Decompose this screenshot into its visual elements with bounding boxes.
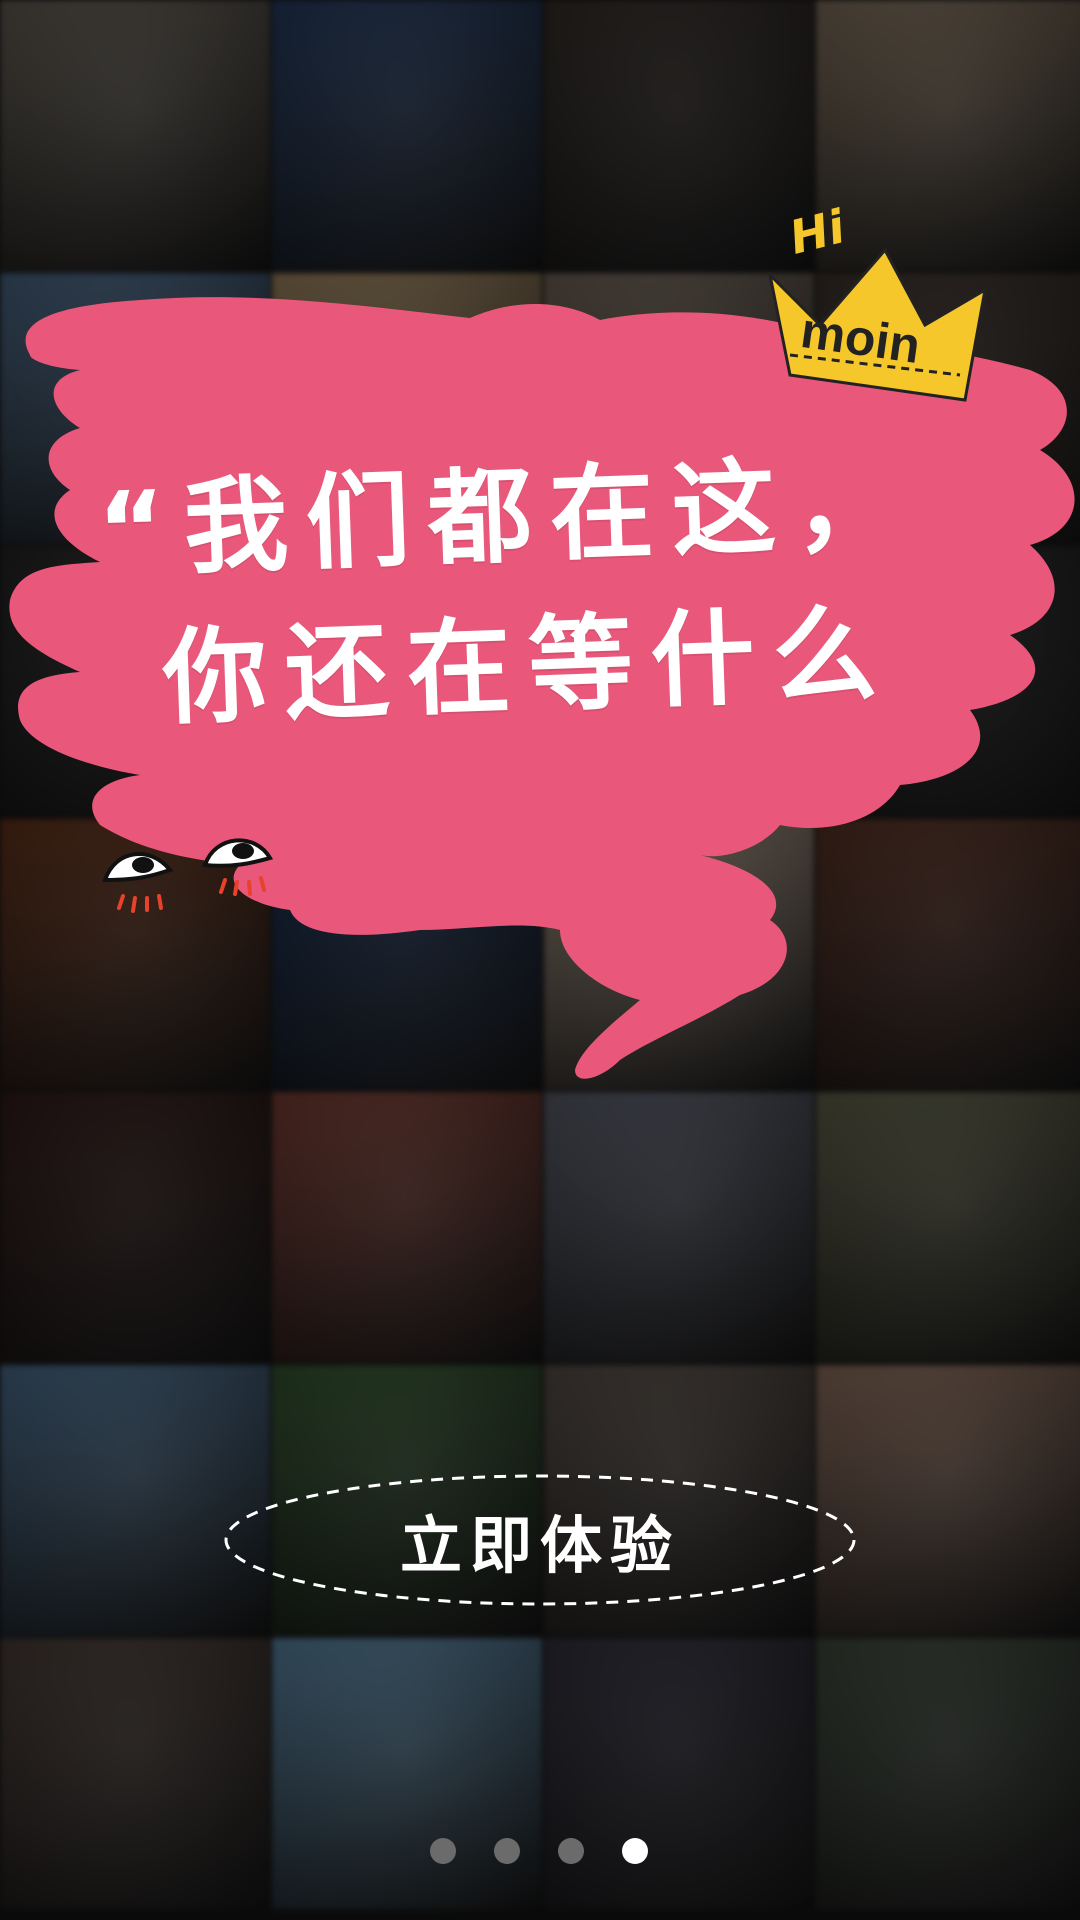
page-dot-3[interactable] — [558, 1838, 584, 1864]
crown-logo: moin — [767, 247, 988, 402]
cartoon-eyes-icon — [102, 838, 274, 913]
page-dot-1[interactable] — [430, 1838, 456, 1864]
headline: “我们都在这， 你还在等什么 — [95, 424, 1005, 755]
try-now-label: 立即体验 — [399, 1509, 680, 1582]
headline-line-2: 你还在等什么 — [160, 592, 897, 740]
page-indicator — [430, 1838, 648, 1864]
headline-line-1: “我们都在这， — [95, 441, 918, 592]
page-dot-2[interactable] — [494, 1838, 520, 1864]
try-now-button[interactable]: 立即体验 — [220, 1470, 860, 1610]
page-dot-4[interactable] — [622, 1838, 648, 1864]
